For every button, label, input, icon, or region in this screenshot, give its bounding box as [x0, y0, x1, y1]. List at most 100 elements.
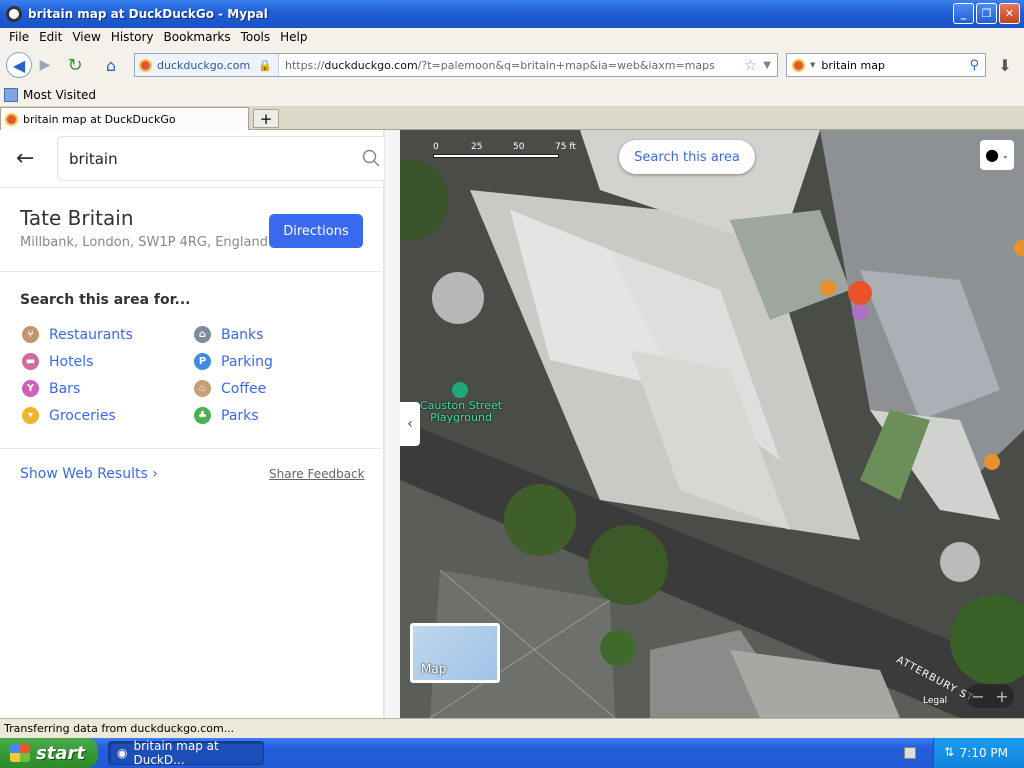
- most-visited-folder-icon: [4, 88, 18, 102]
- chevron-right-icon: ›: [152, 466, 158, 482]
- forward-button[interactable]: ▶: [32, 52, 58, 78]
- divider: [0, 187, 384, 188]
- bookmark-star-icon[interactable]: ☆: [744, 56, 757, 74]
- menu-bookmarks[interactable]: Bookmarks: [159, 30, 236, 44]
- left-arrow-icon: ←: [16, 146, 35, 171]
- tab-favicon-icon: [5, 112, 18, 126]
- browser-app-icon: [6, 6, 22, 22]
- search-field[interactable]: britain map: [815, 59, 969, 72]
- back-arrow-icon: ◀: [12, 55, 26, 75]
- zoom-out-button[interactable]: −: [971, 687, 984, 706]
- window-title: britain map at DuckDuckGo - Mypal: [28, 7, 268, 21]
- menu-bar: File Edit View History Bookmarks Tools H…: [0, 28, 1024, 46]
- reload-button[interactable]: ↻: [62, 52, 88, 78]
- url-dropdown-icon[interactable]: ▼: [763, 60, 771, 71]
- minimize-button[interactable]: _: [953, 3, 974, 24]
- window-title-bar[interactable]: britain map at DuckDuckGo - Mypal _ ❐ ✕: [0, 0, 1024, 28]
- magnifier-icon[interactable]: [362, 149, 380, 167]
- location-pin-icon: ⬤: [985, 148, 999, 162]
- map-search-value: britain: [69, 149, 118, 168]
- system-tray: ⇅ 7:10 PM: [933, 738, 1024, 768]
- url-field[interactable]: https://duckduckgo.com/?t=palemoon&q=bri…: [279, 59, 744, 72]
- menu-view[interactable]: View: [67, 30, 105, 44]
- taskbar-item-browser[interactable]: ◉ britain map at DuckD...: [108, 739, 264, 767]
- zoom-in-button[interactable]: +: [995, 687, 1008, 706]
- search-this-area-button[interactable]: Search this area: [619, 140, 755, 174]
- scale-bar: [433, 154, 559, 158]
- share-feedback-link[interactable]: Share Feedback: [269, 467, 365, 481]
- directions-button[interactable]: Directions: [269, 214, 363, 248]
- playground-label[interactable]: Causton Street Playground: [420, 400, 502, 424]
- taskbar-item-label: britain map at DuckD...: [133, 739, 219, 767]
- downloads-button[interactable]: ⬇: [992, 52, 1018, 78]
- bed-icon: ▬: [22, 353, 39, 370]
- legal-link[interactable]: Legal: [923, 696, 947, 706]
- back-arrow-button[interactable]: ←: [16, 146, 34, 171]
- back-button[interactable]: ◀: [6, 52, 32, 78]
- parking-icon: P: [194, 353, 211, 370]
- scale-label: 0: [433, 142, 439, 152]
- category-label: Coffee: [221, 380, 267, 397]
- menu-edit[interactable]: Edit: [34, 30, 67, 44]
- new-tab-button[interactable]: +: [253, 109, 279, 128]
- navigation-toolbar: ◀ ▶ ↻ ⌂ duckduckgo.com 🔒 https://duckduc…: [0, 46, 1024, 84]
- collapse-panel-button[interactable]: ‹: [400, 402, 420, 446]
- map-style-toggle[interactable]: Map: [410, 623, 500, 683]
- category-parking[interactable]: P Parking: [194, 353, 273, 370]
- category-parks[interactable]: ♣ Parks: [194, 407, 259, 424]
- cocktail-icon: Y: [22, 380, 39, 397]
- category-groceries[interactable]: ▾ Groceries: [22, 407, 116, 424]
- bank-icon: ⌂: [194, 326, 211, 343]
- zoom-controls[interactable]: − +: [966, 684, 1014, 708]
- tab-bar: britain map at DuckDuckGo +: [0, 106, 1024, 130]
- search-icon[interactable]: ⚲: [969, 58, 979, 73]
- windows-flag-icon: [10, 744, 30, 762]
- start-label: start: [36, 742, 85, 764]
- menu-history[interactable]: History: [106, 30, 159, 44]
- chevron-down-icon: ⌄: [1001, 150, 1009, 160]
- satellite-map[interactable]: 0 25 50 75 ft Search this area ⬤ ⌄ Causto…: [400, 130, 1024, 718]
- category-label: Parks: [221, 407, 259, 424]
- category-label: Bars: [49, 380, 81, 397]
- category-label: Banks: [221, 326, 264, 343]
- category-label: Groceries: [49, 407, 116, 424]
- panel-scrollbar[interactable]: [384, 130, 400, 718]
- category-coffee[interactable]: ♨ Coffee: [194, 380, 266, 397]
- start-button[interactable]: start: [0, 738, 98, 768]
- menu-help[interactable]: Help: [275, 30, 312, 44]
- category-hotels[interactable]: ▬ Hotels: [22, 353, 93, 370]
- divider: [0, 448, 384, 449]
- keyboard-icon[interactable]: [904, 747, 916, 759]
- category-banks[interactable]: ⌂ Banks: [194, 326, 263, 343]
- maximize-button[interactable]: ❐: [976, 3, 997, 24]
- show-web-results-link[interactable]: Show Web Results ›: [20, 466, 158, 482]
- site-identity-button[interactable]: duckduckgo.com 🔒: [135, 54, 279, 76]
- category-label: Hotels: [49, 353, 94, 370]
- forward-arrow-icon: ▶: [39, 57, 51, 73]
- category-label: Restaurants: [49, 326, 133, 343]
- menu-file[interactable]: File: [4, 30, 34, 44]
- map-style-label: Map: [421, 662, 447, 676]
- category-restaurants[interactable]: ⑂ Restaurants: [22, 326, 133, 343]
- location-button[interactable]: ⬤ ⌄: [980, 140, 1014, 170]
- home-button[interactable]: ⌂: [98, 52, 124, 78]
- category-bars[interactable]: Y Bars: [22, 380, 80, 397]
- close-button[interactable]: ✕: [999, 3, 1020, 24]
- search-area-heading: Search this area for...: [20, 292, 191, 308]
- search-bar[interactable]: ▼ britain map ⚲: [786, 53, 986, 77]
- url-host: duckduckgo.com: [324, 58, 418, 72]
- url-bar[interactable]: duckduckgo.com 🔒 https://duckduckgo.com/…: [134, 53, 778, 77]
- bookmark-most-visited[interactable]: Most Visited: [23, 88, 96, 102]
- menu-tools[interactable]: Tools: [236, 30, 276, 44]
- site-identity-label: duckduckgo.com: [157, 58, 251, 72]
- tree-icon: ♣: [194, 407, 211, 424]
- search-engine-icon[interactable]: [792, 58, 805, 72]
- url-prefix: https://: [284, 58, 325, 72]
- network-icon[interactable]: ⇅: [944, 745, 954, 759]
- place-address: Millbank, London, SW1P 4RG, England: [20, 235, 268, 250]
- clock[interactable]: 7:10 PM: [960, 746, 1008, 760]
- coffee-icon: ♨: [194, 380, 211, 397]
- map-search-input[interactable]: britain: [57, 136, 395, 181]
- show-web-results-label: Show Web Results: [20, 466, 148, 482]
- tab-britain-map[interactable]: britain map at DuckDuckGo: [0, 107, 249, 130]
